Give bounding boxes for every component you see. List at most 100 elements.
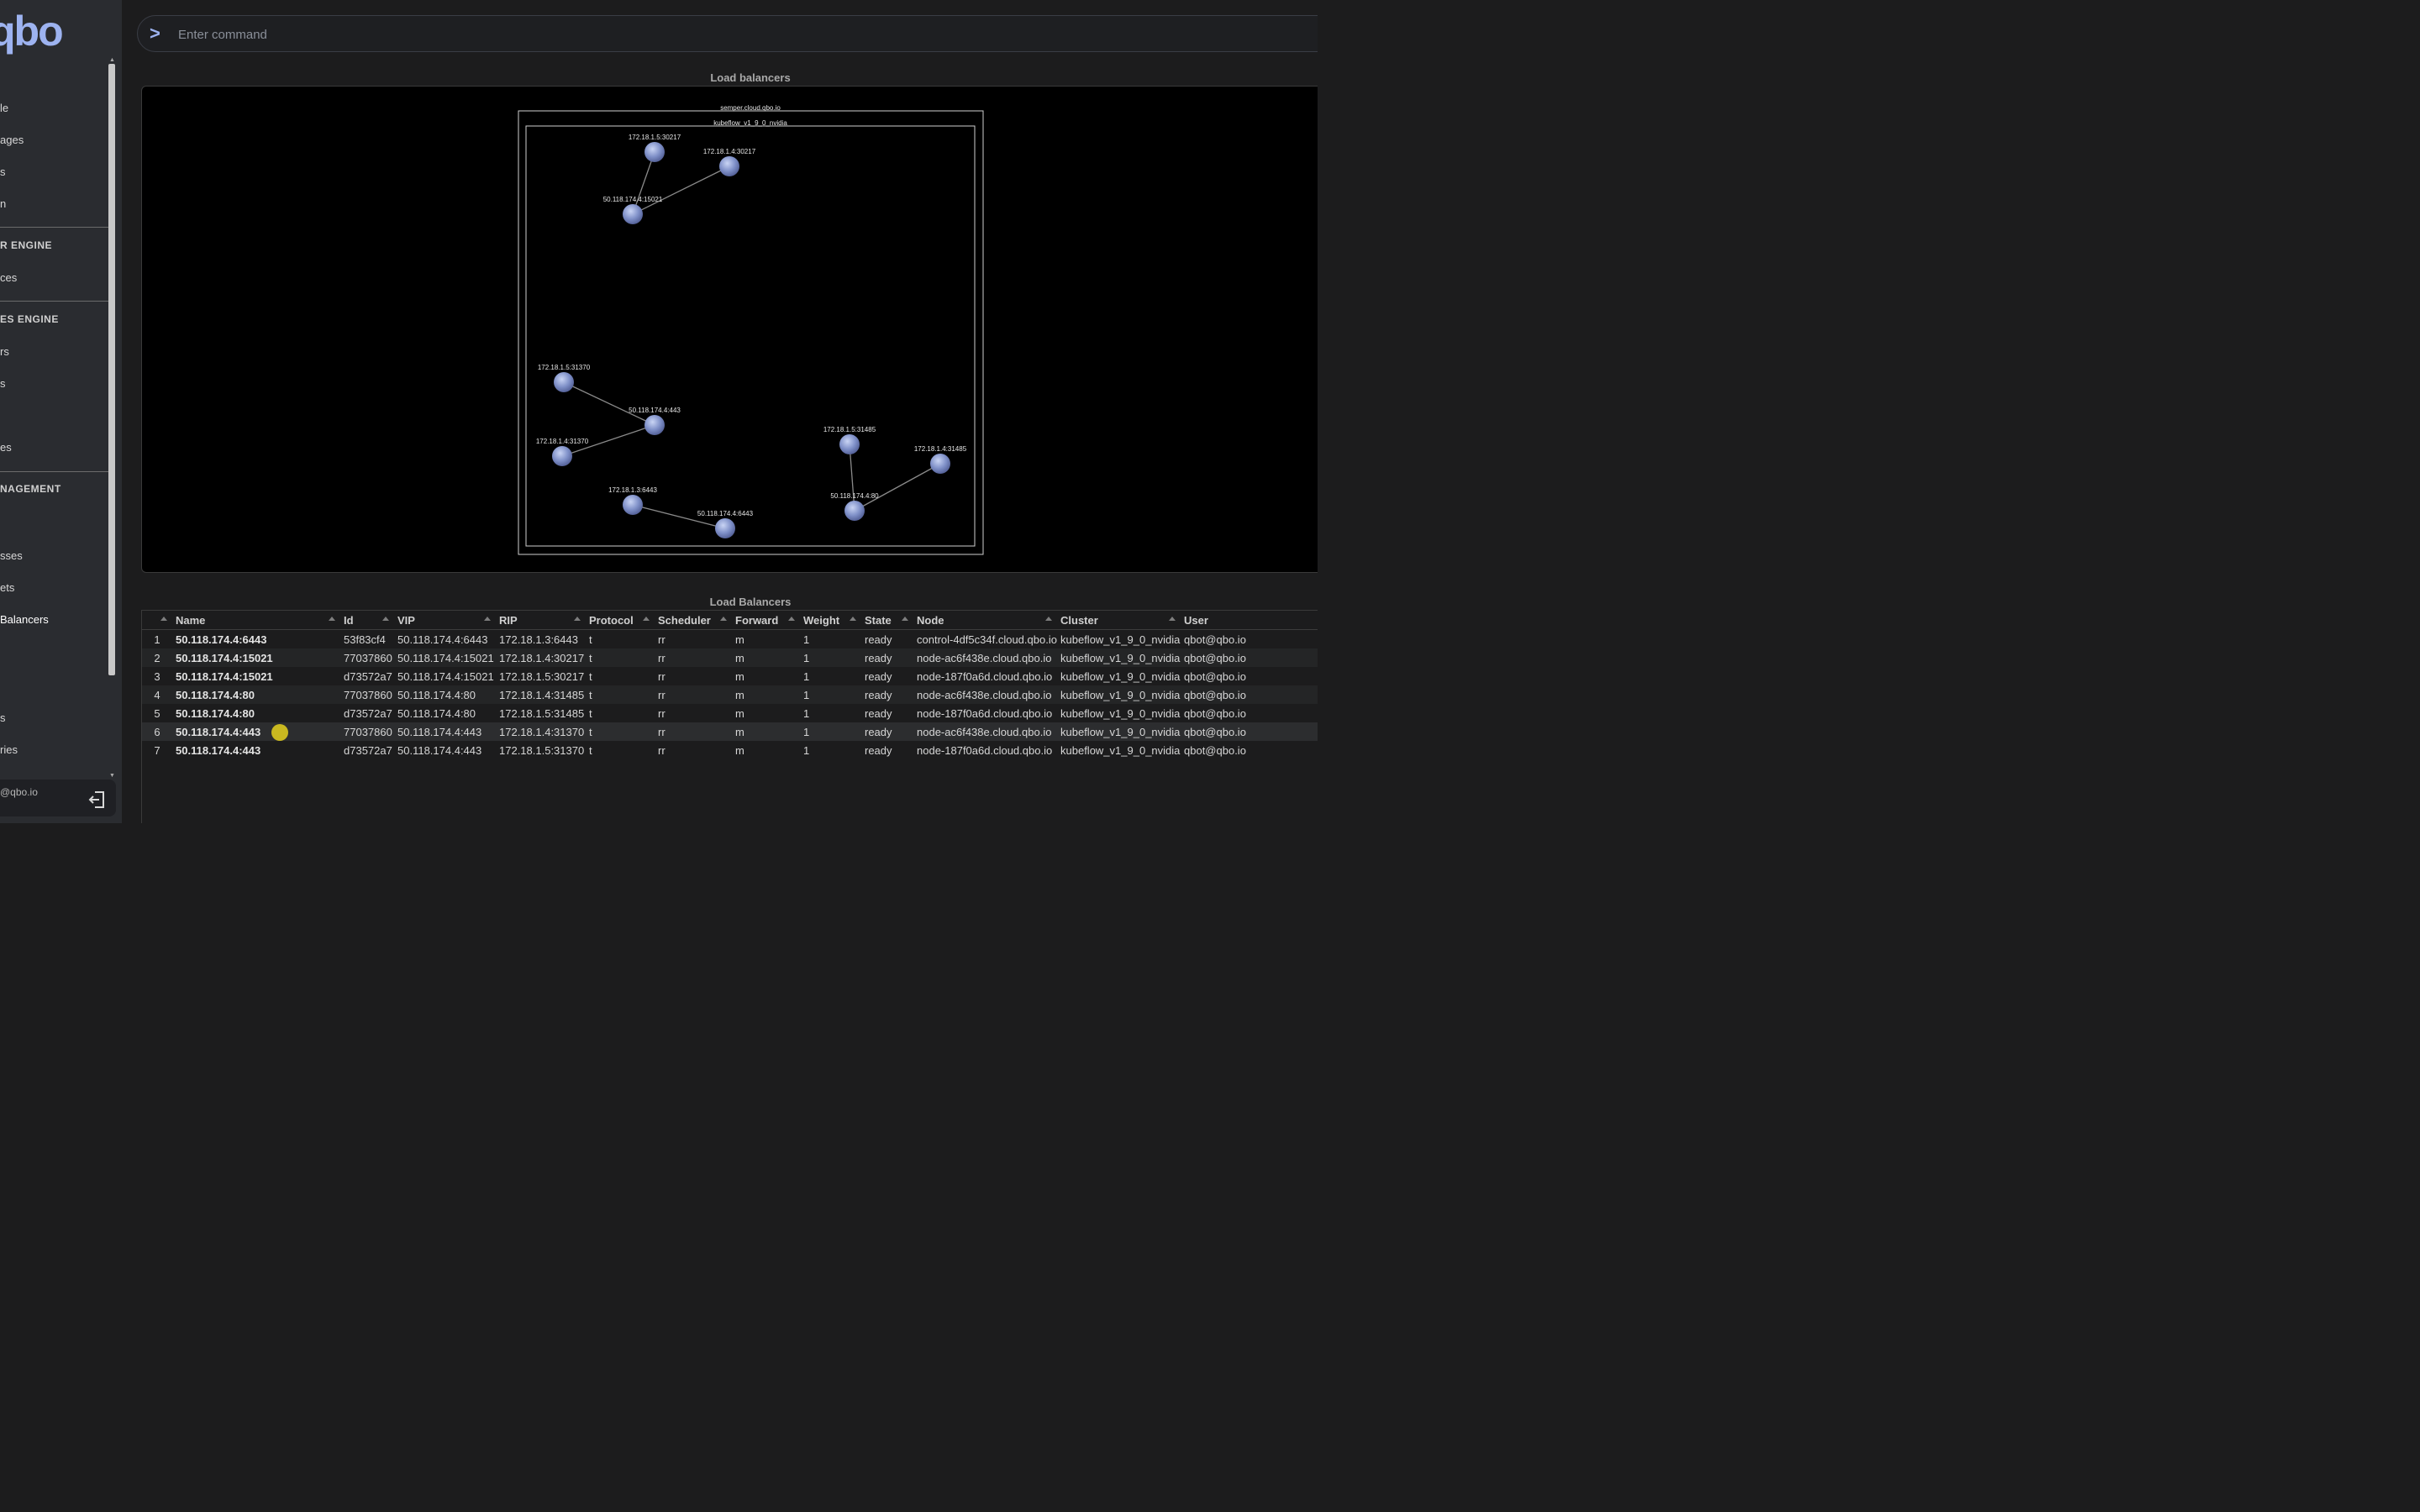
column-header-scheduler[interactable]: Scheduler [655,611,732,630]
column-header-state[interactable]: State [861,611,913,630]
graph-node[interactable] [623,204,643,224]
graph-canvas[interactable]: semper.cloud.qbo.io kubeflow_v1_9_0_nvid… [142,87,1318,572]
table-row[interactable]: 3 50.118.174.4:15021 d73572a7 50.118.174.4:… [142,667,1318,685]
graph-node[interactable] [715,518,735,538]
column-header-protocol[interactable]: Protocol [586,611,655,630]
table-cell-state: ready [865,669,892,683]
table-cell-rip: 172.18.1.4:30217 [496,648,586,667]
table-cell-name: 50.118.174.4:15021 [176,669,273,683]
graph-node[interactable] [930,454,950,474]
column-header-node[interactable]: Node [913,611,1057,630]
sidebar-divider [0,227,108,228]
scroll-up-arrow-icon[interactable]: ▲ [109,57,115,63]
column-header-cluster[interactable]: Cluster [1057,611,1181,630]
table-cell-state: ready [861,685,913,704]
sort-arrow-icon[interactable] [850,617,856,621]
sort-arrow-icon[interactable] [1169,617,1176,621]
table-cell-weight: 1 [803,669,810,683]
table-cell-user: qbot@qbo.io [1184,706,1246,720]
table-cell-user: qbot@qbo.io [1181,685,1318,704]
sort-arrow-icon[interactable] [902,617,908,621]
table-row[interactable]: 5 50.118.174.4:80 d73572a7 50.118.174.4:80 1… [142,704,1318,722]
column-header-label: User [1184,613,1208,627]
sidebar-item-4[interactable]: n [0,197,6,210]
graph-node[interactable] [839,434,860,454]
sidebar-section-management: NAGEMENT [0,483,61,495]
sort-arrow-icon[interactable] [720,617,727,621]
table-row[interactable]: 2 50.118.174.4:15021 77037860 50.118.174.4:… [142,648,1318,667]
table-row[interactable]: 7 50.118.174.4:443 d73572a7 50.118.174.4:44… [142,741,1318,759]
table-cell-protocol: t [589,706,592,720]
sort-arrow-icon[interactable] [1045,617,1052,621]
column-header-id[interactable]: Id [340,611,394,630]
graph-node[interactable] [623,495,643,515]
table-cell-index: 7 [154,743,160,757]
sidebar-item-3[interactable]: s [0,165,6,178]
table-cell-name: 50.118.174.4:80 [176,706,255,720]
column-header-name[interactable]: Name [172,611,340,630]
sidebar-item-8[interactable]: es [0,441,12,454]
sidebar-scrollbar[interactable] [108,64,115,675]
table-cell-id: 77037860 [340,685,394,704]
graph-node[interactable] [554,372,574,392]
sort-arrow-icon[interactable] [574,617,581,621]
sidebar-item-addresses[interactable]: sses [0,549,23,562]
table-cell-protocol: t [586,648,655,667]
graph-node[interactable] [844,501,865,521]
sidebar-item-7[interactable]: s [0,377,6,390]
column-header-rip[interactable]: RIP [496,611,586,630]
logout-icon[interactable] [87,790,108,810]
sort-arrow-icon[interactable] [484,617,491,621]
graph-node[interactable] [644,415,665,435]
column-header-label: State [865,613,892,627]
table-cell-id: d73572a7 [344,743,392,757]
table-cell-id: 77037860 [340,722,394,741]
column-header-weight[interactable]: Weight [800,611,861,630]
graph-node-label: 172.18.1.4:31485 [914,445,967,453]
sidebar-item-12[interactable]: s [0,711,6,724]
sidebar-item-clusters[interactable]: rs [0,345,9,358]
table-cell-weight: 1 [800,648,861,667]
table-cell-forward: m [732,722,800,741]
sidebar-item-load-balancers[interactable]: Balancers [0,613,49,626]
graph-node[interactable] [719,156,739,176]
table-cell-forward: m [732,648,800,667]
sidebar-item-console[interactable]: le [0,102,8,114]
table-row[interactable]: 4 50.118.174.4:80 77037860 50.118.174.4:80 1… [142,685,1318,704]
sidebar-item-instances[interactable]: ces [0,271,17,284]
sort-arrow-icon[interactable] [643,617,650,621]
column-header-vip[interactable]: VIP [394,611,496,630]
table-row[interactable]: 6 50.118.174.4:443 77037860 50.118.174.4:44… [142,722,1318,741]
table-cell-cluster: kubeflow_v1_9_0_nvidia [1057,685,1181,704]
prompt-chevron-icon: > [150,23,160,44]
table-cell-index: 4 [142,685,172,704]
table-cell-forward: m [735,633,744,646]
sidebar-item-sets[interactable]: ets [0,581,14,594]
table-cell-state: ready [861,722,913,741]
column-header-label: VIP [397,613,415,627]
graph-node-label: 172.18.1.5:31370 [538,364,591,371]
column-header-forward[interactable]: Forward [732,611,800,630]
table-cell-id: 53f83cf4 [344,633,386,646]
table-cell-rip: 172.18.1.5:30217 [499,669,585,683]
column-header-user[interactable]: User [1181,611,1318,630]
sort-arrow-icon[interactable] [329,617,335,621]
table-cell-protocol: t [589,633,592,646]
table-cell-scheduler: rr [655,722,732,741]
table-cell-scheduler: rr [658,669,666,683]
graph-node[interactable] [644,142,665,162]
table-row[interactable]: 1 50.118.174.4:6443 53f83cf4 50.118.174.4:6… [142,630,1318,649]
sort-arrow-icon[interactable] [160,617,167,621]
load-balancer-graph[interactable]: semper.cloud.qbo.io kubeflow_v1_9_0_nvid… [141,86,1318,573]
sidebar-item-images[interactable]: ages [0,134,24,146]
graph-node[interactable] [552,446,572,466]
command-input[interactable] [176,24,1272,45]
column-header-index[interactable] [142,611,172,630]
sort-arrow-icon[interactable] [382,617,389,621]
sidebar-item-registries[interactable]: ries [0,743,18,756]
table-cell-user: qbot@qbo.io [1184,633,1246,646]
scroll-down-arrow-icon[interactable]: ▼ [109,773,115,779]
sort-arrow-icon[interactable] [788,617,795,621]
table-cell-cluster: kubeflow_v1_9_0_nvidia [1057,722,1181,741]
graph-node-label: 172.18.1.5:31485 [823,426,876,433]
